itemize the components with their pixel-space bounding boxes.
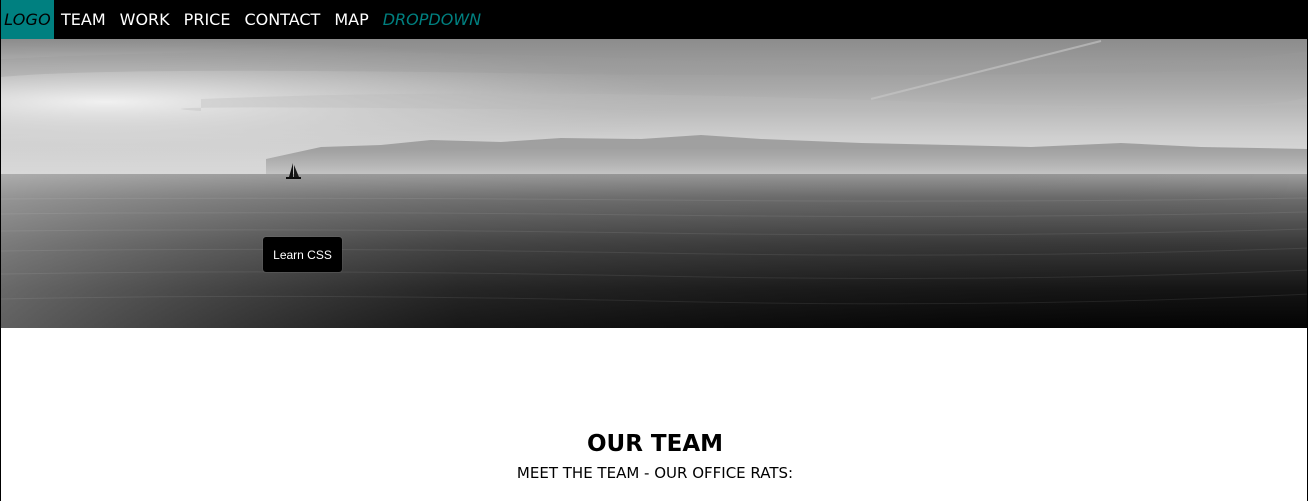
page: LOGO TEAM WORK PRICE CONTACT MAP DROPDOW… <box>0 0 1308 501</box>
nav-item-work[interactable]: WORK <box>113 0 177 39</box>
hero-banner: Learn CSS <box>1 39 1307 328</box>
team-subtitle: MEET THE TEAM - OUR OFFICE RATS: <box>516 464 794 482</box>
team-title: OUR TEAM <box>586 431 724 457</box>
team-section: OUR TEAM MEET THE TEAM - OUR OFFICE RATS… <box>1 328 1307 501</box>
nav-dropdown[interactable]: DROPDOWN <box>376 0 488 39</box>
navbar: LOGO TEAM WORK PRICE CONTACT MAP DROPDOW… <box>1 0 1307 39</box>
learn-css-button[interactable]: Learn CSS <box>263 237 342 272</box>
nav-item-contact[interactable]: CONTACT <box>237 0 327 39</box>
nav-item-price[interactable]: PRICE <box>177 0 238 39</box>
nav-logo[interactable]: LOGO <box>1 0 54 39</box>
nav-item-map[interactable]: MAP <box>327 0 375 39</box>
nav-item-team[interactable]: TEAM <box>54 0 113 39</box>
hero-seascape-image <box>1 39 1307 328</box>
